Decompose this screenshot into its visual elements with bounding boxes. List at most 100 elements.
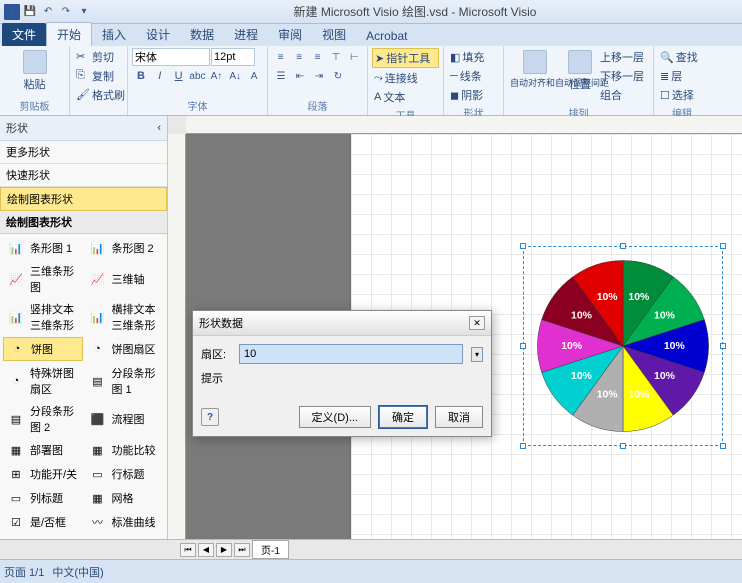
font-name-select[interactable]: [132, 48, 210, 66]
tab-process[interactable]: 进程: [224, 23, 268, 46]
qat-dropdown-icon[interactable]: ▾: [76, 4, 92, 20]
bullets-button[interactable]: ☰: [272, 67, 290, 85]
shape-item[interactable]: ▤分段条形图 2: [3, 401, 83, 437]
font-grow-button[interactable]: A↑: [207, 67, 225, 85]
page-next-button[interactable]: ▶: [216, 543, 232, 557]
pie-slice-label: 10%: [571, 311, 592, 322]
page-first-button[interactable]: ⏮: [180, 543, 196, 557]
sel-handle-s[interactable]: [620, 443, 626, 449]
copy-button[interactable]: ⎘复制: [74, 67, 123, 85]
tab-data[interactable]: 数据: [180, 23, 224, 46]
align-center-button[interactable]: ≡: [290, 48, 307, 66]
page-tab-1[interactable]: 页-1: [252, 540, 289, 559]
shape-item[interactable]: ◔特殊饼图扇区: [3, 363, 83, 399]
sel-handle-se[interactable]: [720, 443, 726, 449]
layer-button[interactable]: ≣层: [658, 67, 706, 85]
fill-button[interactable]: ◧填充: [448, 48, 499, 66]
align-left-button[interactable]: ≡: [272, 48, 289, 66]
ok-button[interactable]: 确定: [379, 406, 427, 428]
find-button[interactable]: 🔍查找: [658, 48, 706, 66]
text-tool-button[interactable]: A文本: [372, 88, 439, 106]
shape-item[interactable]: 📊条形图 1: [3, 237, 83, 259]
tab-insert[interactable]: 插入: [92, 23, 136, 46]
tab-review[interactable]: 审阅: [268, 23, 312, 46]
shape-item[interactable]: ⬛流程图: [85, 401, 165, 437]
bring-forward-button[interactable]: 上移一层: [598, 48, 646, 66]
shape-item[interactable]: ▦网格: [85, 487, 165, 509]
tab-view[interactable]: 视图: [312, 23, 356, 46]
bold-button[interactable]: B: [132, 67, 150, 85]
sel-handle-ne[interactable]: [720, 243, 726, 249]
sel-handle-w[interactable]: [520, 343, 526, 349]
auto-align-button[interactable]: 自动对齐和自动调整间距: [508, 48, 562, 104]
define-button[interactable]: 定义(D)...: [299, 406, 371, 428]
connector-tool-button[interactable]: ⤳连接线: [372, 69, 439, 87]
tab-design[interactable]: 设计: [136, 23, 180, 46]
align-right-button[interactable]: ≡: [309, 48, 326, 66]
line-button[interactable]: ─线条: [448, 67, 499, 85]
shape-item[interactable]: 📈折线图: [85, 535, 165, 539]
tab-file[interactable]: 文件: [2, 23, 46, 46]
sector-input[interactable]: [239, 344, 463, 364]
underline-button[interactable]: U: [170, 67, 188, 85]
shape-item[interactable]: ☑是/否框: [3, 511, 83, 533]
stencil-selected-item[interactable]: 绘制图表形状: [0, 187, 167, 211]
shape-item[interactable]: 📊竖排文本三维条形: [3, 299, 83, 335]
page-prev-button[interactable]: ◀: [198, 543, 214, 557]
format-painter-button[interactable]: 🖌格式刷: [74, 86, 123, 104]
shape-item[interactable]: ⊞功能开/关: [3, 463, 83, 485]
shape-thumb-icon: ⬛: [87, 410, 109, 428]
shape-item[interactable]: 📊横排文本三维条形: [85, 299, 165, 335]
font-size-select[interactable]: [211, 48, 255, 66]
shape-item[interactable]: 〰指数曲线: [3, 535, 83, 539]
shape-item[interactable]: ◔饼图扇区: [85, 337, 165, 361]
shape-item[interactable]: 📊条形图 2: [85, 237, 165, 259]
close-icon[interactable]: ✕: [469, 316, 485, 330]
strike-button[interactable]: abc: [188, 67, 206, 85]
shadow-button[interactable]: ◼阴影: [448, 86, 499, 104]
pointer-tool-button[interactable]: ➤指针工具: [372, 48, 439, 68]
shape-item[interactable]: ▤分段条形图 1: [85, 363, 165, 399]
tab-acrobat[interactable]: Acrobat: [356, 26, 417, 46]
send-backward-button[interactable]: 下移一层: [598, 67, 646, 85]
cancel-button[interactable]: 取消: [435, 406, 483, 428]
font-shrink-button[interactable]: A↓: [226, 67, 244, 85]
save-icon[interactable]: 💾: [22, 4, 38, 20]
help-icon[interactable]: ?: [201, 408, 219, 426]
shape-item[interactable]: 📈三维轴: [85, 261, 165, 297]
indent-dec-button[interactable]: ⇤: [291, 67, 309, 85]
status-lang: 中文(中国): [52, 564, 103, 580]
tab-home[interactable]: 开始: [46, 22, 92, 46]
shape-item[interactable]: 📈三维条形图: [3, 261, 83, 297]
cut-button[interactable]: ✂剪切: [74, 48, 123, 66]
pie-chart[interactable]: 10%10%10%10%10%10%10%10%10%10%: [528, 251, 718, 441]
indent-inc-button[interactable]: ⇥: [310, 67, 328, 85]
panel-collapse-icon[interactable]: ‹: [157, 122, 161, 134]
group-button[interactable]: 组合: [598, 86, 646, 104]
align-middle-button[interactable]: ⊢: [346, 48, 363, 66]
shape-item[interactable]: ▭行标题: [85, 463, 165, 485]
undo-icon[interactable]: ↶: [40, 4, 56, 20]
align-top-button[interactable]: ⊤: [327, 48, 344, 66]
rotate-text-button[interactable]: ↻: [329, 67, 347, 85]
more-shapes-item[interactable]: 更多形状: [0, 141, 167, 164]
sel-handle-sw[interactable]: [520, 443, 526, 449]
shape-item[interactable]: 〰标准曲线: [85, 511, 165, 533]
italic-button[interactable]: I: [151, 67, 169, 85]
sel-handle-n[interactable]: [620, 243, 626, 249]
paste-button[interactable]: 粘贴: [4, 48, 65, 94]
position-button[interactable]: 位置: [566, 48, 594, 104]
redo-icon[interactable]: ↷: [58, 4, 74, 20]
dialog-titlebar[interactable]: 形状数据 ✕: [193, 311, 491, 336]
page-last-button[interactable]: ⏭: [234, 543, 250, 557]
shape-item[interactable]: ◔饼图: [3, 337, 83, 361]
quick-shapes-item[interactable]: 快速形状: [0, 164, 167, 187]
select-button[interactable]: ☐选择: [658, 86, 706, 104]
font-color-button[interactable]: A: [245, 67, 263, 85]
dropdown-icon[interactable]: ▾: [471, 347, 483, 362]
sel-handle-nw[interactable]: [520, 243, 526, 249]
shape-item[interactable]: ▦部署图: [3, 439, 83, 461]
shape-item[interactable]: ▭列标题: [3, 487, 83, 509]
shape-item[interactable]: ▦功能比较: [85, 439, 165, 461]
sel-handle-e[interactable]: [720, 343, 726, 349]
